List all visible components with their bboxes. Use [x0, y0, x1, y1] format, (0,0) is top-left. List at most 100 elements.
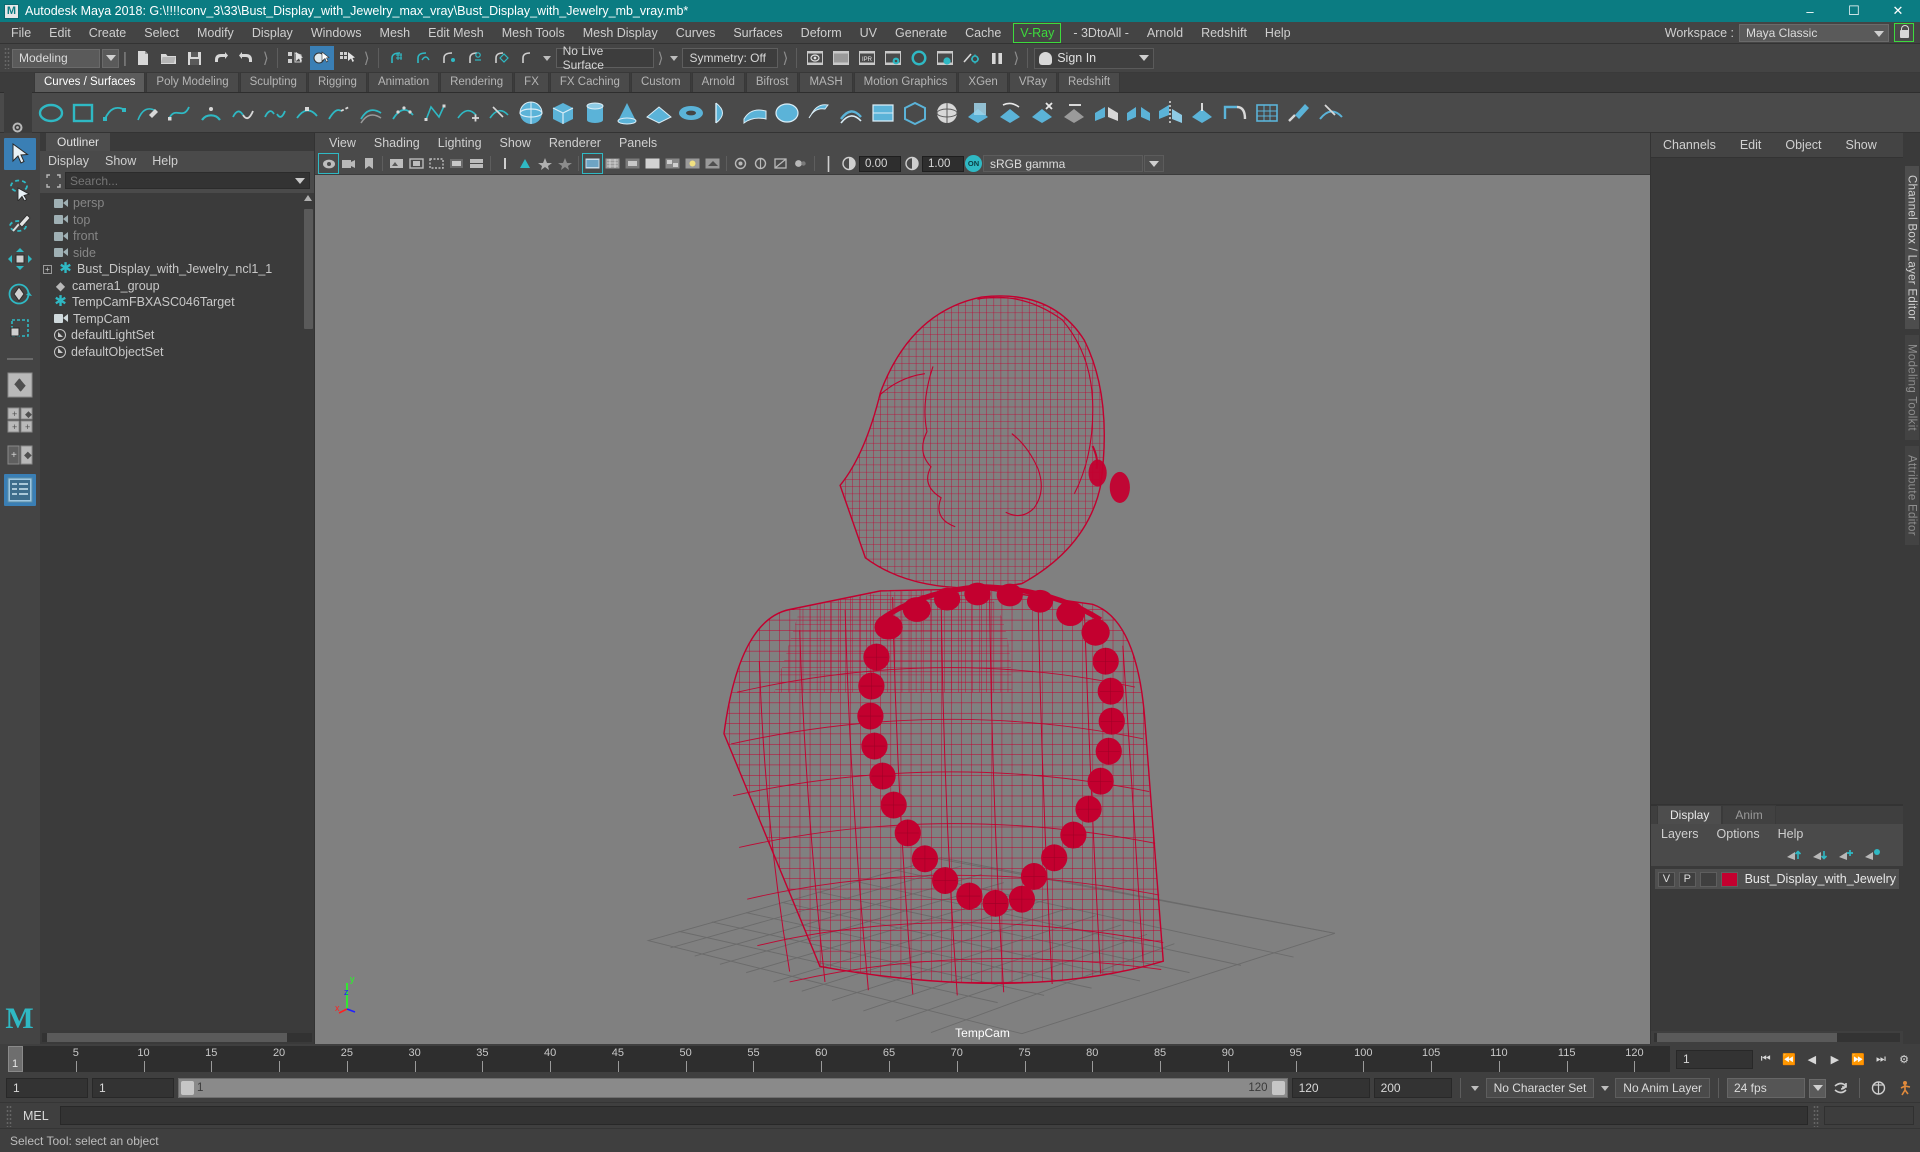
outliner-item-list[interactable]: persp top front side + ✱ Bust_Display_wi… [40, 193, 314, 1030]
pencil-curve-tool-icon[interactable] [132, 98, 162, 128]
outliner-item-top[interactable]: top [40, 212, 314, 229]
gamma-field[interactable]: 1.00 [922, 155, 964, 172]
vtab-modeling-toolkit[interactable]: Modeling Toolkit [1903, 334, 1920, 442]
menu-item-edit-mesh[interactable]: Edit Mesh [419, 23, 493, 43]
live-surface-field[interactable]: No Live Surface [555, 44, 654, 72]
outliner-item-side[interactable]: side [40, 245, 314, 262]
command-line-grip[interactable] [6, 1104, 12, 1127]
character-set-select[interactable]: No Character Set [1485, 1078, 1595, 1098]
select-by-object-type-button[interactable] [309, 46, 334, 70]
open-scene-button[interactable] [157, 46, 181, 70]
render-view-button[interactable] [933, 46, 957, 70]
scroll-up-icon[interactable] [304, 195, 312, 201]
menu-item-create[interactable]: Create [80, 23, 136, 43]
sign-in-button[interactable]: Sign In [1034, 47, 1155, 69]
shelf-tab-vray[interactable]: VRay [1008, 72, 1057, 92]
menu-item-curves[interactable]: Curves [667, 23, 725, 43]
menu-item-select[interactable]: Select [135, 23, 188, 43]
color-management-select[interactable]: sRGB gamma [983, 155, 1143, 172]
intersect-surfaces-icon[interactable] [964, 98, 994, 128]
viewport-menu-lighting[interactable]: Lighting [438, 136, 482, 150]
layer-menu-help[interactable]: Help [1778, 827, 1804, 841]
make-live-button[interactable] [515, 46, 539, 70]
outliner-item-tempcam[interactable]: TempCam [40, 311, 314, 328]
rebuild-surfaces-icon[interactable] [1252, 98, 1282, 128]
outliner-search-input[interactable] [70, 173, 305, 188]
scroll-track[interactable] [42, 1032, 312, 1042]
menu-item-arnold[interactable]: Arnold [1138, 23, 1192, 43]
extend-curve-icon[interactable] [324, 98, 354, 128]
attach-surfaces-icon[interactable] [1092, 98, 1122, 128]
paint-select-tool-button[interactable] [4, 208, 36, 240]
insert-isoparms-icon[interactable] [1188, 98, 1218, 128]
scale-tool-button[interactable] [4, 313, 36, 345]
auto-keyframe-toggle[interactable] [1830, 1079, 1851, 1098]
outliner-item-front[interactable]: front [40, 228, 314, 245]
playback-options-button[interactable]: ⚙ [1894, 1050, 1914, 1069]
menu-item-help[interactable]: Help [1256, 23, 1300, 43]
menu-item-vray[interactable]: V-Ray [1013, 22, 1062, 43]
anim-layer-arrow[interactable] [1598, 1079, 1611, 1097]
cube-icon[interactable] [548, 98, 578, 128]
menu-item-redshift[interactable]: Redshift [1192, 23, 1256, 43]
gate-mask-icon[interactable] [447, 154, 466, 173]
outliner-persp-layout-button[interactable] [4, 474, 36, 506]
smooth-shade-selected-icon[interactable] [623, 154, 642, 173]
command-language-label[interactable]: MEL [17, 1109, 55, 1123]
move-tool-button[interactable] [4, 243, 36, 275]
outliner-item-default-object-set[interactable]: defaultObjectSet [40, 344, 314, 361]
go-to-start-button[interactable]: ⏮ [1756, 1050, 1776, 1069]
add-points-tool-icon[interactable] [452, 98, 482, 128]
plane-icon[interactable] [644, 98, 674, 128]
motion-blur-icon[interactable] [751, 154, 770, 173]
menu-set-select[interactable]: Modeling [12, 48, 100, 68]
range-slider[interactable]: 1 120 [178, 1078, 1288, 1098]
current-time-indicator[interactable]: 1 [8, 1046, 23, 1072]
nurbs-sphere2-icon[interactable] [932, 98, 962, 128]
snap-to-curves-button[interactable] [411, 46, 435, 70]
layer-list[interactable]: V P Bust_Display_with_Jewelry [1651, 866, 1903, 1031]
snap-to-view-planes-button[interactable] [489, 46, 513, 70]
shelf-tab-xgen[interactable]: XGen [958, 72, 1008, 92]
shelf-tab-mash[interactable]: MASH [799, 72, 853, 92]
select-tool-button[interactable] [4, 138, 36, 170]
range-left-handle[interactable] [181, 1081, 194, 1095]
snap-to-points-button[interactable] [437, 46, 461, 70]
layer-horizontal-scrollbar[interactable] [1651, 1031, 1903, 1044]
workspace-select[interactable]: Maya Classic [1739, 23, 1889, 42]
attach-curves-icon[interactable] [228, 98, 258, 128]
select-by-hierarchy-button[interactable] [284, 46, 308, 70]
nurbs-square-icon[interactable] [68, 98, 98, 128]
shelf-tab-custom[interactable]: Custom [630, 72, 691, 92]
detach-curves-icon[interactable] [260, 98, 290, 128]
symmetry-field[interactable]: Symmetry: Off [682, 48, 779, 68]
scrollbar-thumb[interactable] [47, 1032, 287, 1042]
make-live-options-arrow[interactable] [541, 49, 554, 67]
screen-space-ao-icon[interactable] [731, 154, 750, 173]
ep-curve-tool-icon[interactable] [100, 98, 130, 128]
single-perspective-layout-button[interactable] [4, 369, 36, 401]
new-layer-icon[interactable] [1838, 848, 1855, 863]
move-layer-down-icon[interactable] [1812, 848, 1829, 863]
two-view-layout-button[interactable]: + ◆ [4, 439, 36, 471]
xray-joints-icon[interactable] [555, 154, 574, 173]
sphere-icon[interactable] [516, 98, 546, 128]
menu-item-edit[interactable]: Edit [40, 23, 80, 43]
move-layer-up-icon[interactable] [1786, 848, 1803, 863]
channel-box-menu-show[interactable]: Show [1846, 138, 1877, 152]
vray-frame-buffer-button[interactable] [959, 46, 983, 70]
range-right-handle[interactable] [1271, 1081, 1285, 1095]
gamma-adjust-icon[interactable] [902, 154, 921, 173]
shelf-tab-redshift[interactable]: Redshift [1057, 72, 1121, 92]
outliner-item-default-light-set[interactable]: defaultLightSet [40, 327, 314, 344]
rotate-tool-button[interactable] [4, 278, 36, 310]
outliner-horizontal-scrollbar[interactable] [40, 1030, 314, 1044]
layer-shading-toggle[interactable] [1699, 871, 1717, 887]
play-forward-button[interactable]: ▶ [1825, 1050, 1845, 1069]
rebuild-curve-icon[interactable] [388, 98, 418, 128]
menu-item-windows[interactable]: Windows [302, 23, 371, 43]
shelf-tab-arnold[interactable]: Arnold [691, 72, 745, 92]
step-forward-key-button[interactable]: ⏩ [1848, 1050, 1868, 1069]
cone-icon[interactable] [612, 98, 642, 128]
exposure-field[interactable]: 0.00 [859, 155, 901, 172]
